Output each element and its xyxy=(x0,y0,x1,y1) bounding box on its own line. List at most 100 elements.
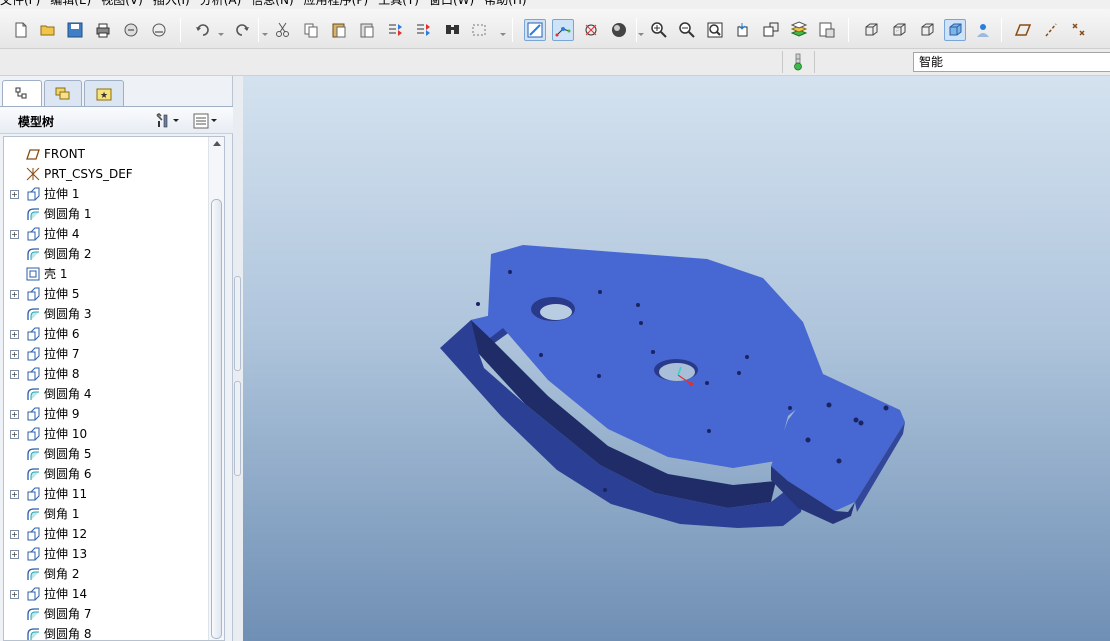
part-model[interactable] xyxy=(243,76,1110,641)
tree-item[interactable]: 倒角 1 xyxy=(4,504,208,524)
tree-item[interactable]: 倒圆角 2 xyxy=(4,244,208,264)
tree-show-button[interactable] xyxy=(192,111,218,131)
paste-special-button[interactable] xyxy=(356,19,378,41)
tree-item[interactable]: 倒圆角 1 xyxy=(4,204,208,224)
datum-points-button[interactable] xyxy=(1068,19,1090,41)
copy-button[interactable] xyxy=(300,19,322,41)
status-light-icon[interactable] xyxy=(791,53,805,71)
datum-planes-button[interactable] xyxy=(1012,19,1034,41)
tree-item[interactable]: 倒圆角 7 xyxy=(4,604,208,624)
tree-item[interactable]: 倒圆角 8 xyxy=(4,624,208,640)
tree-item[interactable]: 倒圆角 5 xyxy=(4,444,208,464)
repaint-button[interactable] xyxy=(524,19,546,41)
expand-toggle-icon[interactable]: + xyxy=(10,330,19,339)
sash-grip[interactable] xyxy=(234,381,241,476)
wireframe-button[interactable] xyxy=(860,19,882,41)
expand-toggle-icon[interactable]: + xyxy=(10,290,19,299)
menu-item-9[interactable]: 帮助(H) xyxy=(484,0,536,9)
tree-scrollbar[interactable] xyxy=(208,137,224,640)
tree-item[interactable]: + 拉伸 9 xyxy=(4,404,208,424)
tree-settings-button[interactable] xyxy=(154,111,180,131)
menu-item-2[interactable]: 视图(V) xyxy=(101,0,153,9)
paste-button[interactable] xyxy=(328,19,350,41)
menu-item-7[interactable]: 工具(T) xyxy=(378,0,429,9)
favorites-tab[interactable]: ★ xyxy=(84,80,124,106)
view-manager-button[interactable] xyxy=(816,19,838,41)
saved-views-button[interactable] xyxy=(760,19,782,41)
shading-button[interactable] xyxy=(608,19,630,41)
layer-tab[interactable] xyxy=(44,80,82,106)
chevron-down-icon[interactable] xyxy=(500,27,506,36)
tree-item[interactable]: + 拉伸 11 xyxy=(4,484,208,504)
regenerate-button[interactable] xyxy=(384,19,406,41)
graphics-window[interactable] xyxy=(243,76,1110,641)
print-button[interactable] xyxy=(92,19,114,41)
tree-item[interactable]: + 拉伸 13 xyxy=(4,544,208,564)
redo-button[interactable] xyxy=(231,19,253,41)
layers-button[interactable] xyxy=(788,19,810,41)
panel-sash[interactable] xyxy=(233,76,243,641)
chevron-down-icon[interactable] xyxy=(638,27,644,36)
zoom-out-button[interactable] xyxy=(676,19,698,41)
cut-button[interactable] xyxy=(272,19,294,41)
hidden-line-button[interactable] xyxy=(888,19,910,41)
tree-item[interactable]: + 拉伸 14 xyxy=(4,584,208,604)
tree-item[interactable]: + 拉伸 5 xyxy=(4,284,208,304)
save-button[interactable] xyxy=(64,19,86,41)
orient-mode-button[interactable] xyxy=(580,19,602,41)
expand-toggle-icon[interactable]: + xyxy=(10,230,19,239)
tree-item[interactable]: FRONT xyxy=(4,144,208,164)
tree-item[interactable]: PRT_CSYS_DEF xyxy=(4,164,208,184)
shaded-button[interactable] xyxy=(944,19,966,41)
undo-button[interactable] xyxy=(192,19,214,41)
tree-item[interactable]: 壳 1 xyxy=(4,264,208,284)
no-hidden-button[interactable] xyxy=(916,19,938,41)
menu-item-6[interactable]: 应用程序(P) xyxy=(304,0,379,9)
expand-toggle-icon[interactable]: + xyxy=(10,530,19,539)
open-folder-button[interactable] xyxy=(37,19,59,41)
menu-item-0[interactable]: 文件(F) xyxy=(0,0,50,9)
selection-filter-select[interactable]: 智能 xyxy=(913,52,1110,72)
scroll-up-icon[interactable] xyxy=(213,141,221,146)
tree-item[interactable]: + 拉伸 12 xyxy=(4,524,208,544)
datum-axes-button[interactable] xyxy=(1040,19,1062,41)
expand-toggle-icon[interactable]: + xyxy=(10,430,19,439)
expand-toggle-icon[interactable]: + xyxy=(10,550,19,559)
tree-item[interactable]: + 拉伸 6 xyxy=(4,324,208,344)
tree-item[interactable]: 倒圆角 4 xyxy=(4,384,208,404)
menu-item-4[interactable]: 分析(A) xyxy=(200,0,252,9)
tree-item[interactable]: + 拉伸 10 xyxy=(4,424,208,444)
chevron-down-icon[interactable] xyxy=(262,27,268,36)
tree-item[interactable]: + 拉伸 8 xyxy=(4,364,208,384)
tree-item[interactable]: + 拉伸 7 xyxy=(4,344,208,364)
select-box-button[interactable] xyxy=(469,19,491,41)
tree-item[interactable]: 倒圆角 6 xyxy=(4,464,208,484)
expand-toggle-icon[interactable]: + xyxy=(10,410,19,419)
reorient-button[interactable] xyxy=(732,19,754,41)
new-file-button[interactable] xyxy=(10,19,32,41)
expand-toggle-icon[interactable]: + xyxy=(10,370,19,379)
refit-button[interactable] xyxy=(704,19,726,41)
zoom-in-button[interactable] xyxy=(648,19,670,41)
tree-item[interactable]: + 拉伸 4 xyxy=(4,224,208,244)
expand-toggle-icon[interactable]: + xyxy=(10,490,19,499)
email-attach-button[interactable] xyxy=(148,19,170,41)
tree-item[interactable]: + 拉伸 1 xyxy=(4,184,208,204)
tree-item[interactable]: 倒角 2 xyxy=(4,564,208,584)
tree-item[interactable]: 倒圆角 3 xyxy=(4,304,208,324)
expand-toggle-icon[interactable]: + xyxy=(10,590,19,599)
enhanced-realism-button[interactable] xyxy=(972,19,994,41)
model-tree-tab[interactable] xyxy=(2,80,42,106)
scroll-thumb[interactable] xyxy=(211,199,222,639)
find-button[interactable] xyxy=(442,19,464,41)
chevron-down-icon[interactable] xyxy=(218,27,224,36)
regenerate-manager-button[interactable] xyxy=(412,19,434,41)
menu-item-8[interactable]: 窗口(W) xyxy=(429,0,484,9)
menu-item-3[interactable]: 插入(I) xyxy=(153,0,200,9)
sash-grip[interactable] xyxy=(234,276,241,371)
menu-item-5[interactable]: 信息(N) xyxy=(251,0,303,9)
expand-toggle-icon[interactable]: + xyxy=(10,350,19,359)
expand-toggle-icon[interactable]: + xyxy=(10,190,19,199)
send-mail-button[interactable] xyxy=(120,19,142,41)
menu-item-1[interactable]: 编辑(E) xyxy=(50,0,101,9)
